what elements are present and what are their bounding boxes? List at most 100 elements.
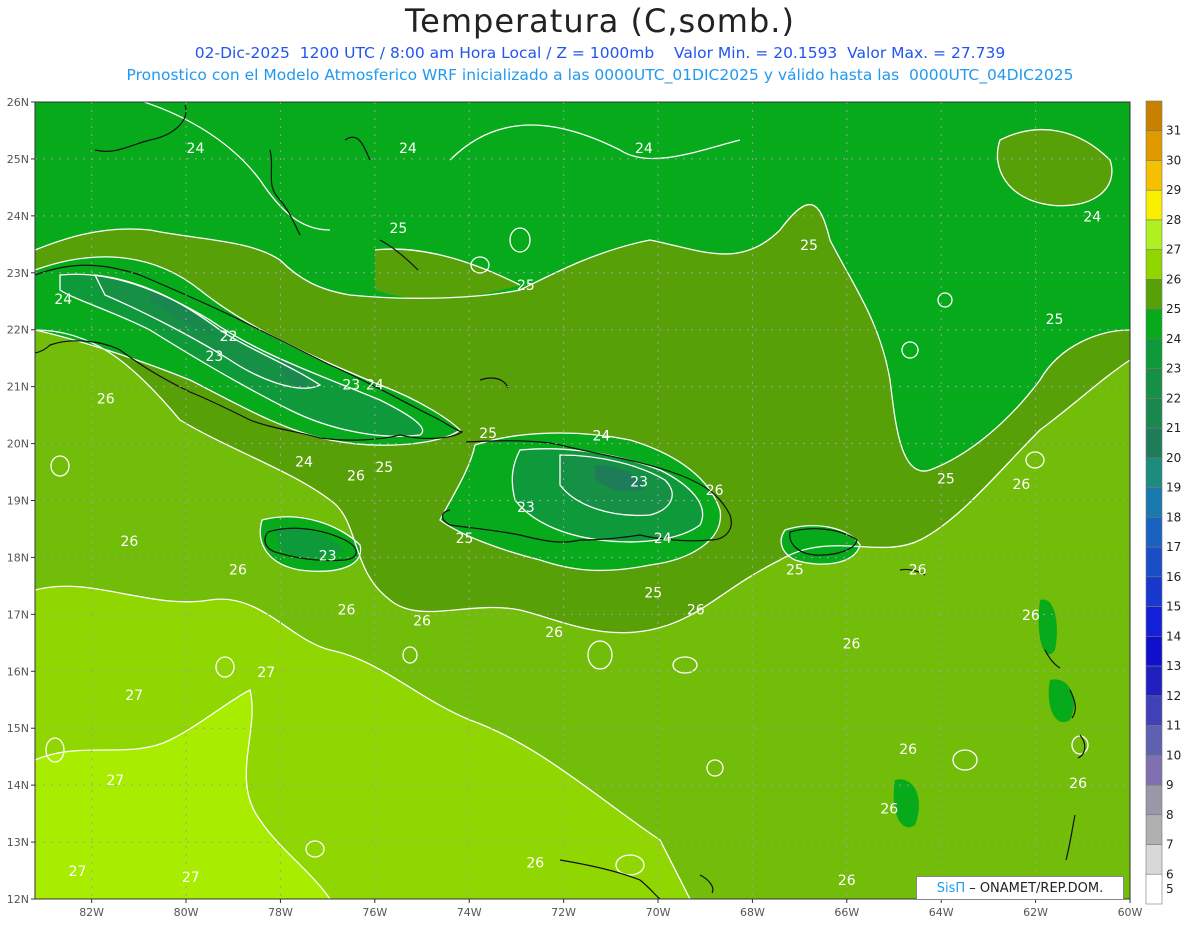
contour-label: 24 [1083, 210, 1101, 226]
temperature-colorbar: 31 30 29 28 27 26 25 24 23 22 21 20 19 18 17 16 15 14 13 12… [1145, 100, 1181, 905]
colorbar-swatch [1145, 457, 1163, 488]
contour-label: 24 [635, 141, 653, 157]
colorbar-swatch [1145, 279, 1163, 310]
contour-label: 26 [347, 469, 365, 485]
colorbar-swatch [1145, 308, 1163, 340]
colorbar-label: 29 [1166, 183, 1181, 197]
colorbar-label: 9 [1166, 778, 1174, 792]
colorbar-label: 6 [1166, 867, 1174, 881]
colorbar-swatch [1145, 873, 1163, 905]
colorbar-swatch [1145, 487, 1163, 518]
colorbar-swatch [1145, 189, 1163, 221]
colorbar-label: 24 [1166, 332, 1181, 346]
contour-label: 26 [1022, 608, 1040, 624]
colorbar-label: 15 [1166, 600, 1181, 614]
contour-label: 25 [479, 426, 497, 442]
colorbar-label: 13 [1166, 659, 1181, 673]
contour-label: 26 [880, 802, 898, 818]
lon-tick-label: 76W [362, 906, 387, 919]
contour-label: 25 [375, 460, 393, 476]
contour-label: 26 [1069, 776, 1087, 792]
colorbar-swatch [1145, 636, 1163, 667]
lat-tick-label: 13N [7, 836, 29, 849]
contour-label: 25 [937, 471, 955, 487]
contour-label: 25 [800, 238, 818, 254]
contour-label: 23 [319, 548, 337, 564]
colorbar-label: 12 [1166, 689, 1181, 703]
contour-label: 25 [786, 563, 804, 579]
colorbar-swatch [1145, 576, 1163, 607]
colorbar-label: 22 [1166, 391, 1181, 405]
colorbar-swatch [1145, 784, 1163, 816]
contour-label: 26 [97, 392, 115, 408]
lat-tick-label: 12N [7, 893, 29, 906]
lon-tick-label: 82W [79, 906, 104, 919]
colorbar-swatch [1145, 695, 1163, 726]
colorbar-swatch [1145, 249, 1163, 280]
lat-tick-label: 19N [7, 495, 29, 508]
colorbar-label: 30 [1166, 153, 1181, 167]
lat-tick-label: 26N [7, 96, 29, 109]
contour-label: 24 [654, 531, 672, 547]
colorbar-label: 20 [1166, 451, 1181, 465]
contour-label: 27 [69, 864, 87, 880]
contour-label: 26 [526, 856, 544, 872]
lon-tick-label: 66W [834, 906, 859, 919]
contour-label: 26 [687, 602, 705, 618]
colorbar-label: 28 [1166, 213, 1181, 227]
colorbar-swatch [1145, 130, 1163, 161]
colorbar-label: 14 [1166, 629, 1181, 643]
colorbar-swatch [1145, 398, 1163, 429]
contour-label: 26 [229, 563, 247, 579]
credit-box: SisΠ – ONAMET/REP.DOM. [916, 876, 1124, 900]
colorbar-label: 16 [1166, 570, 1181, 584]
colorbar-label: 21 [1166, 421, 1181, 435]
lon-tick-label: 62W [1023, 906, 1048, 919]
colorbar-label: 23 [1166, 362, 1181, 376]
colorbar-swatch [1145, 219, 1163, 251]
colorbar-label: 5 [1166, 882, 1174, 896]
lon-tick-label: 60W [1118, 906, 1143, 919]
contour-label: 24 [295, 454, 313, 470]
lat-tick-label: 16N [7, 665, 29, 678]
lon-tick-label: 74W [457, 906, 482, 919]
map-plot-area: 24 24 24 24 24 22 23 23 24 26 25 25 25 25 24 26 25 25 24 23… [35, 102, 1130, 899]
credit-brand: SisΠ [936, 880, 966, 896]
colorbar-swatch [1145, 725, 1163, 756]
colorbar-swatch [1145, 368, 1163, 399]
lon-tick-label: 70W [646, 906, 671, 919]
contour-label: 24 [399, 141, 417, 157]
contour-label: 23 [517, 500, 535, 516]
lat-tick-label: 20N [7, 438, 29, 451]
contour-label: 26 [545, 625, 563, 641]
colorbar-swatch [1145, 427, 1163, 459]
contour-label: 27 [182, 870, 200, 886]
colorbar-swatch [1145, 665, 1163, 697]
contour-label: 23 [342, 377, 360, 393]
contour-label: 26 [838, 873, 856, 889]
contour-label: 24 [366, 377, 384, 393]
colorbar-swatch [1145, 844, 1163, 875]
contour-label: 26 [1013, 477, 1031, 493]
lon-tick-label: 80W [174, 906, 199, 919]
lat-tick-label: 18N [7, 551, 29, 564]
contour-label: 26 [120, 534, 138, 550]
colorbar-swatch [1145, 160, 1163, 191]
contour-label: 24 [592, 429, 610, 445]
contour-label: 26 [899, 742, 917, 758]
colorbar-label: 27 [1166, 243, 1181, 257]
contour-label: 25 [644, 585, 662, 601]
colorbar-label: 10 [1166, 748, 1181, 762]
lat-tick-label: 25N [7, 153, 29, 166]
colorbar-label: 25 [1166, 302, 1181, 316]
lat-tick-label: 23N [7, 267, 29, 280]
contour-label: 27 [106, 773, 124, 789]
contour-label: 24 [54, 292, 72, 308]
contour-label: 25 [517, 278, 535, 294]
contour-label: 25 [456, 531, 474, 547]
colorbar-label: 7 [1166, 838, 1174, 852]
contour-label: 23 [630, 474, 648, 490]
contour-label: 26 [909, 563, 927, 579]
contour-label: 27 [257, 665, 275, 681]
contour-label: 26 [413, 614, 431, 630]
